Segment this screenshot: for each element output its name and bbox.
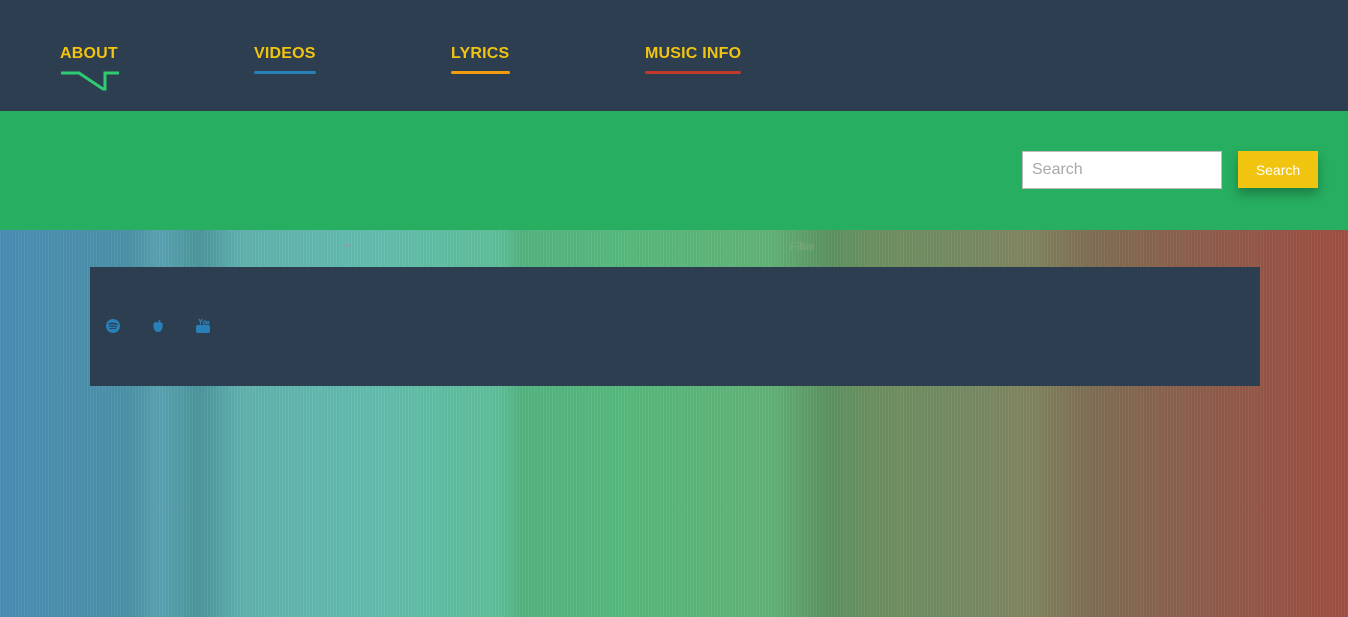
nav-videos-link[interactable]: VIDEOS — [254, 44, 316, 74]
filter-label: Filter — [790, 241, 815, 253]
nav-videos-underline — [254, 71, 316, 74]
spotify-icon[interactable] — [105, 318, 121, 334]
youtube-icon[interactable] — [195, 318, 211, 334]
nav-videos-label: VIDEOS — [254, 45, 316, 62]
about-underline-squiggle — [61, 71, 119, 91]
caret-down-icon[interactable] — [343, 244, 351, 249]
apple-icon[interactable] — [150, 318, 166, 334]
nav-lyrics-link[interactable]: LYRICS — [451, 44, 510, 74]
nav-about-label: ABOUT — [60, 45, 118, 62]
nav-lyrics-underline — [451, 71, 510, 74]
nav-lyrics-label: LYRICS — [451, 45, 510, 62]
nav-music-info-label: MUSIC INFO — [645, 45, 742, 62]
nav-about-link[interactable]: ABOUT — [60, 44, 119, 91]
nav-music-info-underline — [645, 71, 741, 74]
search-input[interactable] — [1022, 151, 1222, 189]
top-navigation: ABOUT VIDEOS LYRICS MUSIC INFO — [0, 0, 1348, 111]
music-links-panel — [90, 267, 1260, 386]
nav-music-info-link[interactable]: MUSIC INFO — [645, 44, 741, 74]
search-button[interactable]: Search — [1238, 151, 1318, 188]
